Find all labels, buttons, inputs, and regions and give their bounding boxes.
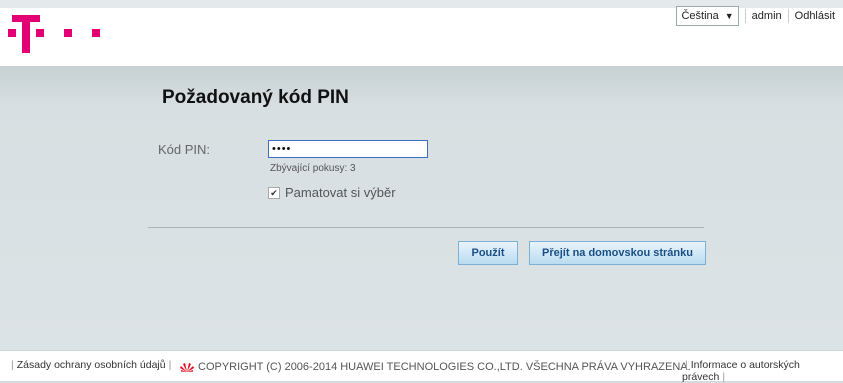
remember-checkbox[interactable]: ✔	[268, 186, 280, 199]
separator: |	[11, 359, 14, 371]
top-nav: Čeština ▼ admin Odhlásit	[676, 6, 835, 26]
separator: |	[685, 359, 688, 371]
language-select[interactable]: Čeština ▼	[676, 6, 739, 26]
separator	[744, 9, 746, 23]
separator: |	[722, 371, 726, 383]
pin-input[interactable]: ••••	[268, 140, 428, 158]
telekom-logo-icon	[8, 15, 100, 53]
separator	[787, 9, 789, 23]
copyright-info-link[interactable]: Informace o autorských právech	[682, 359, 800, 383]
privacy-link-group: | Zásady ochrany osobních údajů |	[8, 359, 174, 371]
chevron-down-icon: ▼	[724, 11, 734, 21]
go-home-button[interactable]: Přejít na domovskou stránku	[529, 241, 706, 265]
pin-label: Kód PIN:	[158, 142, 211, 157]
header: Čeština ▼ admin Odhlásit	[0, 0, 843, 66]
privacy-link[interactable]: Zásady ochrany osobních údajů	[17, 359, 166, 371]
remember-label: Pamatovat si výběr	[285, 185, 396, 200]
divider	[148, 227, 704, 228]
separator: |	[168, 359, 172, 371]
apply-button[interactable]: Použít	[458, 241, 518, 265]
copyright-text: COPYRIGHT (C) 2006-2014 HUAWEI TECHNOLOG…	[198, 361, 691, 373]
language-value: Čeština	[681, 10, 719, 22]
huawei-logo-icon	[180, 362, 194, 372]
footer: | Zásady ochrany osobních údajů | COPYRIGH…	[0, 350, 843, 383]
user-name: admin	[751, 10, 782, 22]
remaining-attempts: Zbývající pokusy: 3	[270, 163, 356, 174]
copyright-info-group: | Informace o autorských právech |	[682, 359, 843, 383]
remember-choice[interactable]: ✔ Pamatovat si výběr	[268, 185, 396, 200]
logout-link[interactable]: Odhlásit	[795, 10, 835, 22]
page-title: Požadovaný kód PIN	[162, 87, 349, 108]
main-panel: Požadovaný kód PIN Kód PIN: •••• Zbývají…	[0, 66, 843, 350]
copyright: COPYRIGHT (C) 2006-2014 HUAWEI TECHNOLOG…	[180, 361, 691, 373]
